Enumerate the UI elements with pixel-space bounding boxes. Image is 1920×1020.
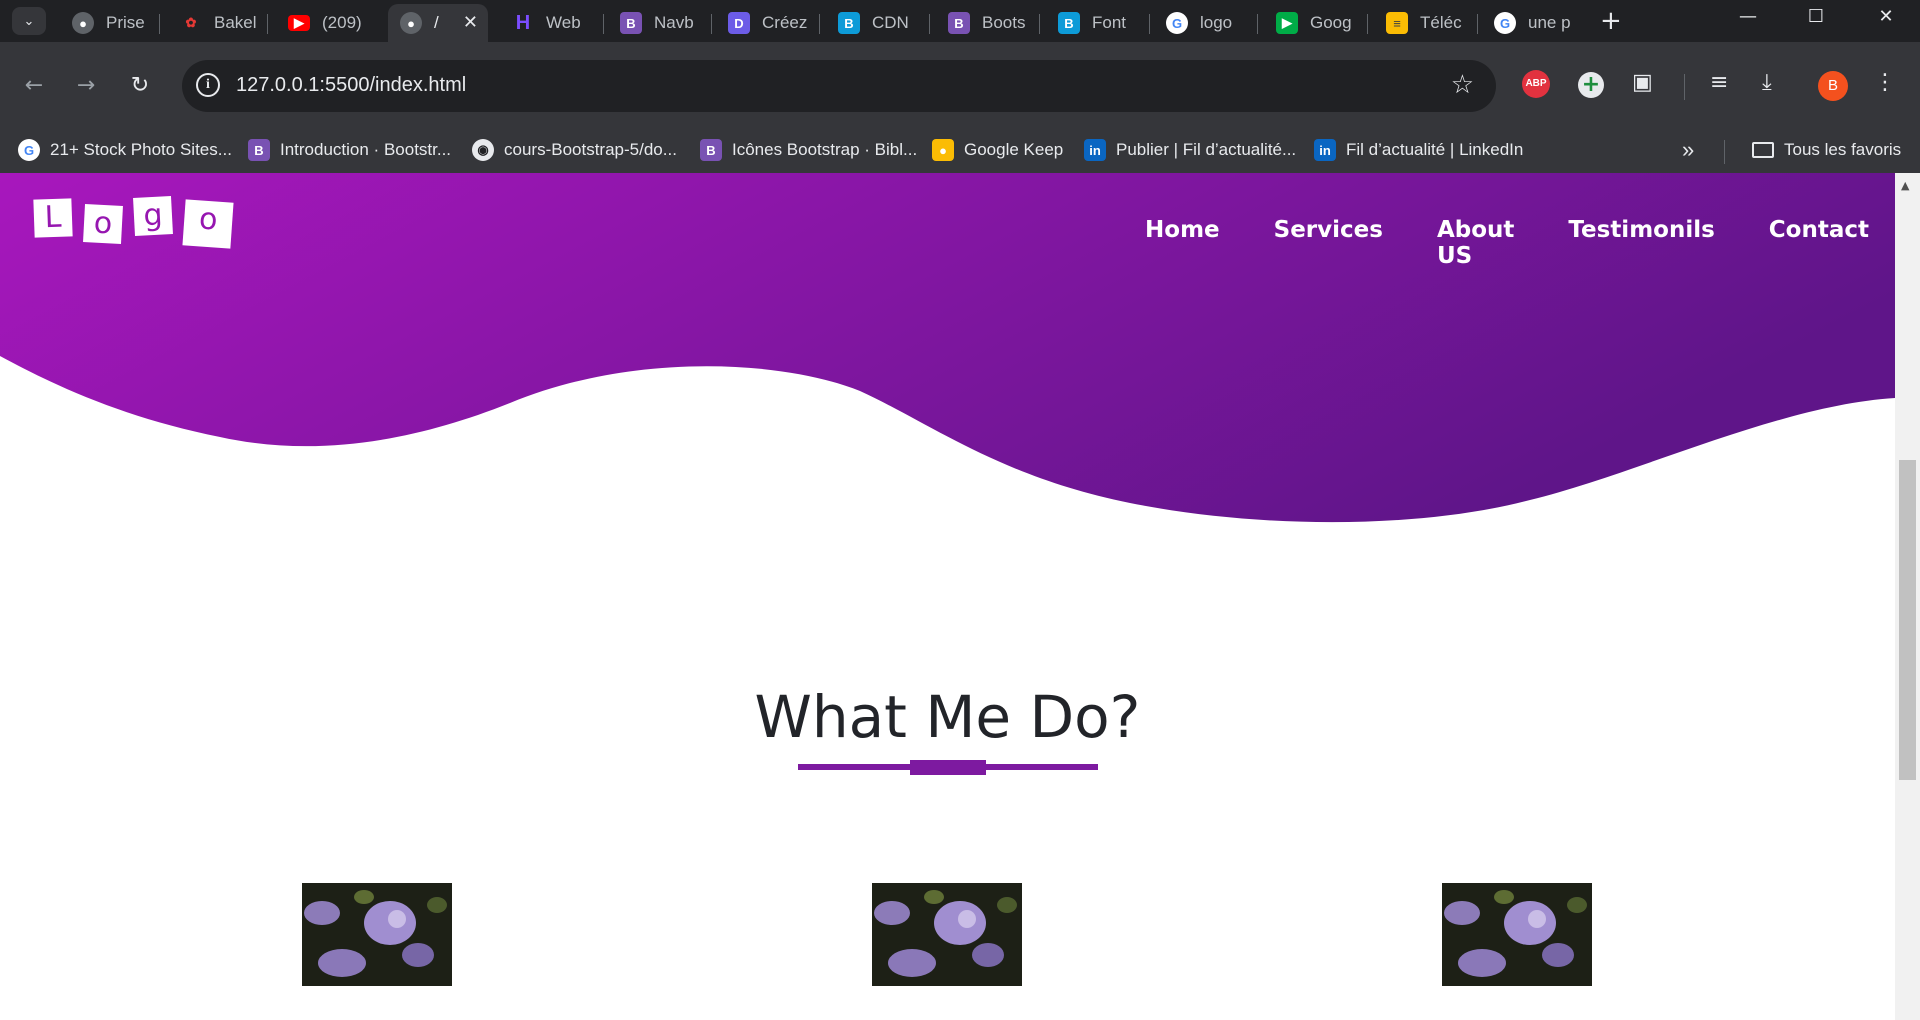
new-tab-button[interactable]: +	[1600, 8, 1622, 34]
browser-tab[interactable]: ▶ (209)	[276, 4, 376, 42]
all-bookmarks-folder[interactable]: Tous les favoris	[1752, 136, 1901, 164]
adblock-plus-icon[interactable]: ABP	[1522, 70, 1550, 98]
media-control-icon[interactable]: ≡	[1710, 70, 1728, 102]
hero-header: L o g o Home Services About US Testimoni…	[0, 173, 1895, 553]
browser-tab-active[interactable]: ● / ✕	[388, 4, 488, 42]
browser-tab[interactable]: ≡ Téléc	[1374, 4, 1478, 42]
menu-kebab-icon[interactable]: ⋮	[1874, 70, 1896, 102]
back-button[interactable]: ←	[18, 70, 50, 102]
browser-tab[interactable]: B CDN	[826, 4, 930, 42]
google-icon: G	[1166, 12, 1188, 34]
browser-tab[interactable]: B Navb	[608, 4, 712, 42]
forward-button[interactable]: →	[70, 70, 102, 102]
tab-strip: ⌄ ● Prise ✿ Bakel ▶ (209) ● / ✕ H Web B …	[0, 0, 1920, 42]
chevron-down-icon: ⌄	[23, 13, 35, 29]
bookmark-star-icon[interactable]: ☆	[1451, 70, 1474, 100]
service-image	[872, 883, 1022, 986]
linkedin-icon: in	[1314, 139, 1336, 161]
site-logo[interactable]: L o g o	[33, 191, 244, 249]
github-icon: ◉	[472, 139, 494, 161]
site-navigation: Home Services About US Testimonils Conta…	[1145, 195, 1869, 269]
bookmark-item[interactable]: ◉ cours-Bootstrap-5/do...	[472, 136, 677, 164]
more-bookmarks-icon[interactable]: »	[1682, 136, 1694, 164]
scroll-up-icon[interactable]: ▲	[1901, 179, 1909, 192]
browser-tab[interactable]: G logo	[1154, 4, 1258, 42]
nav-link-contact[interactable]: Contact	[1769, 217, 1869, 269]
site-info-icon[interactable]: i	[196, 73, 220, 97]
bootstrap-cdn-icon: B	[1058, 12, 1080, 34]
logo-letter: o	[182, 199, 234, 249]
browser-tab[interactable]: ● Prise	[60, 4, 160, 42]
nav-link-testimonials[interactable]: Testimonils	[1568, 217, 1714, 269]
maximize-button[interactable]: ☐	[1796, 6, 1836, 27]
reload-button[interactable]: ↻	[124, 70, 156, 102]
browser-tab[interactable]: ▶ Goog	[1264, 4, 1368, 42]
globe-icon: ●	[72, 12, 94, 34]
close-window-button[interactable]: ✕	[1866, 6, 1906, 27]
section-title: What Me Do?	[754, 683, 1141, 751]
flower-photo	[872, 883, 1022, 986]
profile-avatar[interactable]: B	[1818, 71, 1848, 101]
bookmark-item[interactable]: in Publier | Fil d’actualité...	[1084, 136, 1296, 164]
google-icon: G	[18, 139, 40, 161]
bakeli-icon: ✿	[185, 15, 197, 30]
stack-icon: ≡	[1386, 12, 1408, 34]
service-image	[302, 883, 452, 986]
extensions-puzzle-icon[interactable]: ▣	[1632, 70, 1653, 102]
logo-letter: g	[133, 196, 173, 236]
browser-tab[interactable]: B Font	[1046, 4, 1150, 42]
bookmark-item[interactable]: B Introduction · Bootstr...	[248, 136, 451, 164]
address-bar[interactable]: i 127.0.0.1:5500/index.html ☆	[182, 60, 1496, 112]
bookmark-item[interactable]: in Fil d’actualité | LinkedIn	[1314, 136, 1523, 164]
page-viewport: L o g o Home Services About US Testimoni…	[0, 173, 1920, 1020]
flower-photo	[302, 883, 452, 986]
service-image	[1442, 883, 1592, 986]
add-extension-icon[interactable]: +	[1578, 72, 1604, 98]
bootstrap-icon: B	[948, 12, 970, 34]
globe-icon: ●	[400, 12, 422, 34]
bootstrap-icon: B	[620, 12, 642, 34]
close-icon[interactable]: ✕	[463, 12, 478, 33]
scrollbar-thumb[interactable]	[1899, 460, 1916, 780]
nav-link-about[interactable]: About US	[1437, 217, 1514, 269]
download-icon[interactable]: ⤓	[1762, 70, 1772, 102]
browser-tab[interactable]: H Web	[500, 4, 604, 42]
logo-letter: o	[83, 204, 123, 244]
google-meet-icon: ▶	[1276, 12, 1298, 34]
bookmark-item[interactable]: ● Google Keep	[932, 136, 1063, 164]
bookmarks-bar: G 21+ Stock Photo Sites... B Introductio…	[0, 128, 1920, 173]
bootstrap-icon: B	[700, 139, 722, 161]
d-logo-icon: D	[728, 12, 750, 34]
bootstrap-cdn-icon: B	[838, 12, 860, 34]
logo-letter: L	[33, 198, 73, 238]
h-logo-icon: H	[515, 11, 531, 34]
browser-tab[interactable]: G une p	[1482, 4, 1586, 42]
folder-icon	[1752, 142, 1774, 158]
page-scrollbar[interactable]: ▲	[1895, 173, 1920, 1020]
flower-photo	[1442, 883, 1592, 986]
browser-toolbar: ← → ↻ i 127.0.0.1:5500/index.html ☆ ABP …	[0, 42, 1920, 128]
bookmark-item[interactable]: G 21+ Stock Photo Sites...	[18, 136, 232, 164]
bookmark-item[interactable]: B Icônes Bootstrap · Bibl...	[700, 136, 917, 164]
google-icon: G	[1494, 12, 1516, 34]
browser-tab[interactable]: D Créez	[716, 4, 820, 42]
nav-link-services[interactable]: Services	[1274, 217, 1383, 269]
address-url[interactable]: 127.0.0.1:5500/index.html	[236, 74, 466, 97]
minimize-button[interactable]: —	[1728, 6, 1768, 27]
browser-tab[interactable]: ✿ Bakel	[168, 4, 268, 42]
tab-search-button[interactable]: ⌄	[12, 7, 46, 35]
bootstrap-icon: B	[248, 139, 270, 161]
browser-tab[interactable]: B Boots	[936, 4, 1040, 42]
keep-icon: ●	[932, 139, 954, 161]
linkedin-icon: in	[1084, 139, 1106, 161]
nav-link-home[interactable]: Home	[1145, 217, 1220, 269]
youtube-icon: ▶	[288, 15, 310, 31]
title-underline-accent	[910, 760, 986, 775]
